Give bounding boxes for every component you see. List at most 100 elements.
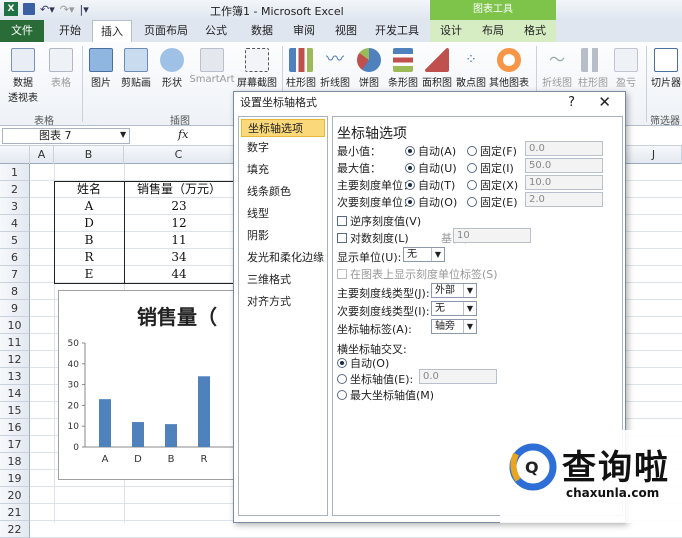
pie-chart-button[interactable]: 饼图 [352,48,386,89]
table-button[interactable]: 表格 [46,48,76,89]
tab-developer[interactable]: 开发工具 [370,20,424,42]
log-base-input[interactable]: 10 [453,228,531,243]
picture-button[interactable]: 图片 [86,48,116,89]
other-charts-button[interactable]: 其他图表 [488,48,530,89]
row-header[interactable]: 11 [0,334,30,351]
auto-radio[interactable]: 自动(A) [405,143,456,159]
redo-icon[interactable]: ↷▾ [60,3,75,16]
axis-value-input[interactable]: 10.0 [525,175,603,190]
table-cell[interactable]: 12 [124,215,234,232]
table-cell[interactable]: 34 [124,249,234,266]
row-header[interactable]: 21 [0,504,30,521]
table-cell[interactable]: A [54,198,124,215]
row-header[interactable]: 8 [0,283,30,300]
table-cell[interactable]: R [54,249,124,266]
fixed-radio[interactable]: 固定(I) [467,160,514,176]
column-header-b[interactable]: B [54,146,124,164]
chart-bar[interactable] [165,424,177,447]
nav-line-style[interactable]: 线型 [241,205,325,223]
show-units-label-checkbox[interactable]: 在图表上显示刻度单位标签(S) [337,266,498,282]
nav-shadow[interactable]: 阴影 [241,227,325,245]
help-icon[interactable]: ? [568,95,575,110]
table-header-cell[interactable]: 销售量（万元） [124,181,234,198]
row-header[interactable]: 6 [0,249,30,266]
auto-radio[interactable]: 自动(U) [405,160,457,176]
tab-formulas[interactable]: 公式 [198,20,234,42]
embedded-chart[interactable]: 销售量（ 0 10 20 30 40 50 A D B R [58,290,238,480]
auto-radio[interactable]: 自动(T) [405,177,455,193]
axis-value-input[interactable]: 50.0 [525,158,603,173]
row-header[interactable]: 9 [0,300,30,317]
chart-bar[interactable] [198,376,210,447]
row-header[interactable]: 18 [0,453,30,470]
chart-bar[interactable] [132,422,144,447]
undo-icon[interactable]: ↶▾ [40,3,55,16]
axis-value-input[interactable]: 0.0 [525,141,603,156]
slicer-button[interactable]: 切片器 [650,48,682,89]
fixed-radio[interactable]: 固定(F) [467,143,517,159]
table-cell[interactable]: E [54,266,124,283]
chart-plot-area[interactable]: 0 10 20 30 40 50 A D B R [59,291,239,481]
name-box[interactable]: 图表 7 [2,128,130,144]
nav-glow-soft-edges[interactable]: 发光和柔化边缘 [241,249,325,267]
table-header-cell[interactable]: 姓名 [54,181,124,198]
select-all-corner[interactable] [0,146,30,164]
row-header[interactable]: 13 [0,368,30,385]
axis-value-input[interactable]: 2.0 [525,192,603,207]
shapes-button[interactable]: 形状 [156,48,188,89]
line-chart-button[interactable]: 〰 折线图 [318,48,352,89]
fixed-radio[interactable]: 固定(E) [467,194,518,210]
sparkline-column-button[interactable]: 柱形图 [576,48,610,89]
log-scale-checkbox[interactable]: 对数刻度(L) [337,230,409,246]
row-header[interactable]: 3 [0,198,30,215]
auto-radio[interactable]: 自动(O) [405,194,457,210]
row-header[interactable]: 12 [0,351,30,368]
table-cell[interactable]: D [54,215,124,232]
sparkline-line-button[interactable]: 〜 折线图 [540,48,574,89]
nav-fill[interactable]: 填充 [241,161,325,179]
clip-art-button[interactable]: 剪贴画 [118,48,154,89]
name-box-dropdown-icon[interactable]: ▼ [120,130,126,139]
pivot-table-button[interactable]: 数据 透视表 [4,48,42,104]
tab-review[interactable]: 审阅 [286,20,322,42]
display-units-select[interactable]: 无 ▼ [403,247,445,262]
column-header-a[interactable]: A [30,146,54,164]
reverse-order-checkbox[interactable]: 逆序刻度值(V) [337,213,421,229]
scatter-chart-button[interactable]: ⁘ 散点图 [454,48,488,89]
tab-layout[interactable]: 布局 [472,20,514,42]
close-icon[interactable]: ✕ [598,93,611,111]
table-cell[interactable]: 23 [124,198,234,215]
smartart-button[interactable]: SmartArt [188,48,236,85]
tab-file[interactable]: 文件 [0,20,44,42]
cross-max-radio[interactable]: 最大坐标轴值(M) [337,387,434,403]
area-chart-button[interactable]: 面积图 [420,48,454,89]
tab-design[interactable]: 设计 [430,20,472,42]
row-header[interactable]: 4 [0,215,30,232]
nav-axis-options[interactable]: 坐标轴选项 [241,119,325,137]
table-cell[interactable]: 44 [124,266,234,283]
row-header[interactable]: 2 [0,181,30,198]
major-tick-select[interactable]: 外部 ▼ [431,283,477,298]
row-header[interactable]: 7 [0,266,30,283]
screenshot-button[interactable]: 屏幕截图 [236,48,278,89]
row-header[interactable]: 20 [0,487,30,504]
row-header[interactable]: 22 [0,521,30,538]
nav-number[interactable]: 数字 [241,139,325,157]
row-header[interactable]: 16 [0,419,30,436]
tab-format[interactable]: 格式 [514,20,556,42]
bar-chart-button[interactable]: 条形图 [386,48,420,89]
table-cell[interactable]: B [54,232,124,249]
nav-3d-format[interactable]: 三维格式 [241,271,325,289]
column-header-c[interactable]: C [124,146,234,164]
nav-alignment[interactable]: 对齐方式 [241,293,325,311]
minor-tick-select[interactable]: 无 ▼ [431,301,477,316]
tab-page-layout[interactable]: 页面布局 [138,20,194,42]
row-header[interactable]: 19 [0,470,30,487]
customize-qat-icon[interactable]: |▾ [80,3,89,16]
nav-line-color[interactable]: 线条颜色 [241,183,325,201]
row-header[interactable]: 5 [0,232,30,249]
insert-function-button[interactable]: fx [178,128,188,141]
cross-auto-radio[interactable]: 自动(O) [337,355,389,371]
row-header[interactable]: 1 [0,164,30,181]
tab-view[interactable]: 视图 [328,20,364,42]
